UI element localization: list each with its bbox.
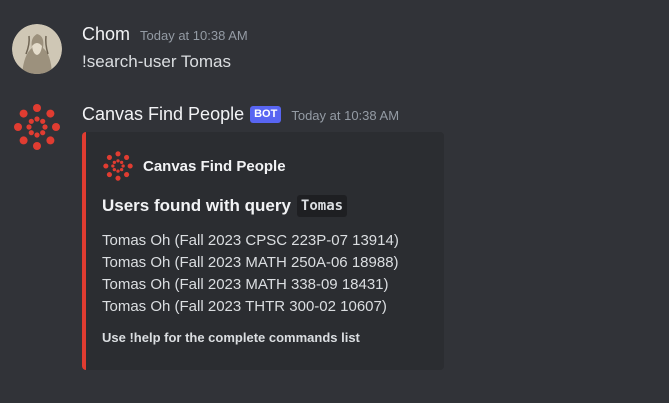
bot-username[interactable]: Canvas Find People (82, 104, 244, 125)
user-avatar[interactable] (12, 24, 62, 74)
embed-description: Tomas Oh (Fall 2023 CPSC 223P-07 13914) … (102, 230, 399, 318)
query-code: Tomas (296, 195, 348, 217)
embed-author-name: Canvas Find People (143, 157, 286, 175)
result-line: Tomas Oh (Fall 2023 CPSC 223P-07 13914) (102, 232, 399, 249)
result-line: Tomas Oh (Fall 2023 MATH 250A-06 18988) (102, 254, 399, 271)
embed: Canvas Find People Users found with quer… (82, 132, 444, 370)
result-line: Tomas Oh (Fall 2023 THTR 300-02 10607) (102, 298, 387, 315)
embed-author: Canvas Find People (102, 150, 286, 182)
canvas-logo-icon (14, 104, 60, 150)
embed-title: Users found with query Tomas (102, 195, 348, 217)
bot-avatar[interactable] (12, 102, 62, 152)
sketch-portrait-icon (12, 24, 62, 74)
result-line: Tomas Oh (Fall 2023 MATH 338-09 18431) (102, 276, 389, 293)
timestamp[interactable]: Today at 10:38 AM (140, 28, 248, 43)
canvas-logo-icon (103, 151, 133, 181)
embed-title-text: Users found with query (102, 196, 291, 215)
message-content: !search-user Tomas (82, 52, 231, 71)
bot-tag: BOT (250, 106, 282, 123)
username[interactable]: Chom (82, 24, 130, 45)
embed-footer: Use !help for the complete commands list (102, 330, 360, 345)
timestamp[interactable]: Today at 10:38 AM (291, 108, 399, 123)
